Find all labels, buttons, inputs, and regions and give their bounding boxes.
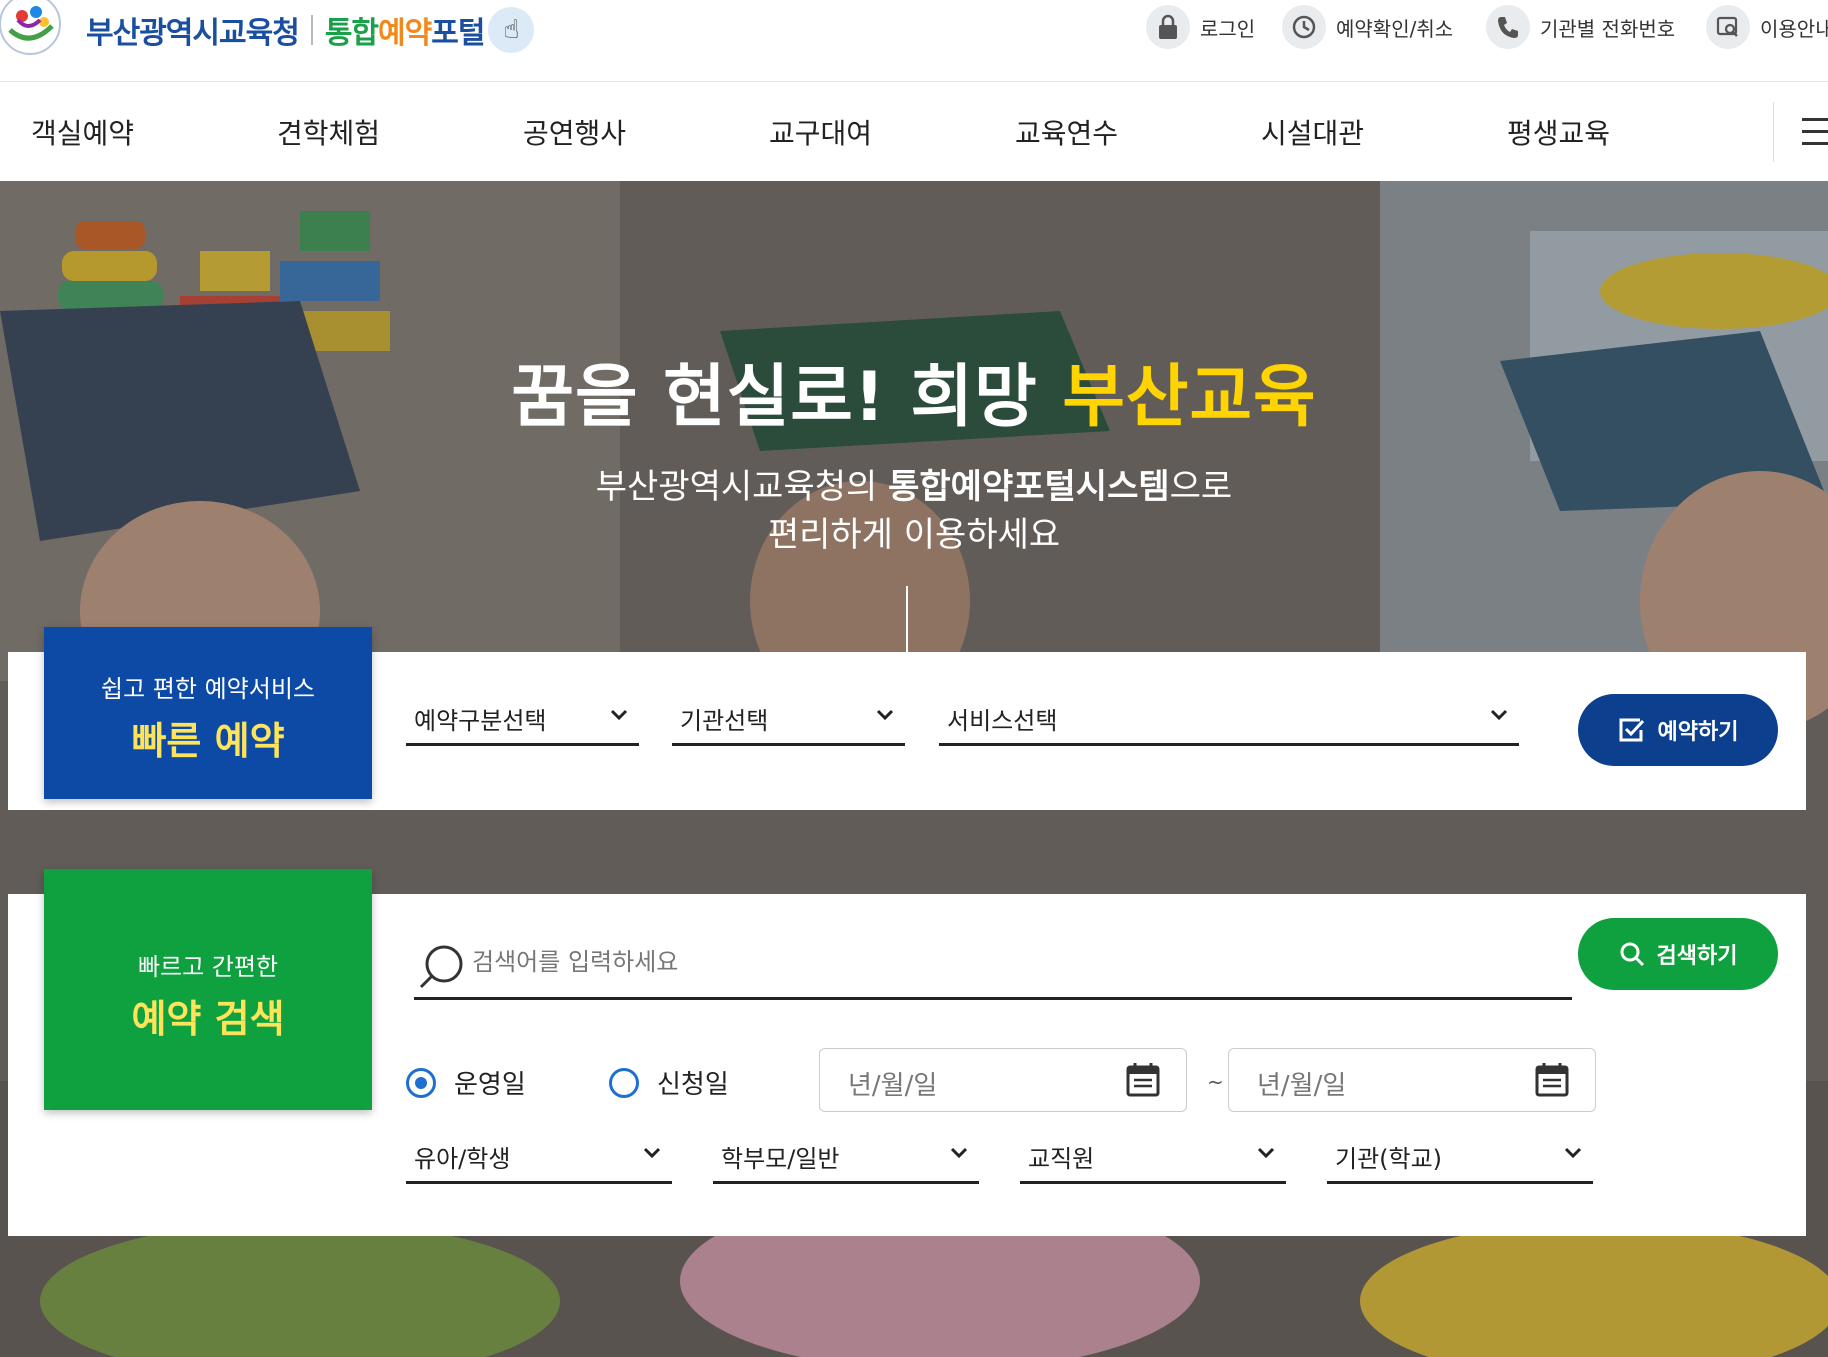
quick-reservation-badge: 쉽고 편한 예약서비스 빠른 예약 (44, 627, 372, 799)
radio-operation-date-label: 운영일 (454, 1070, 526, 1100)
check-box-icon (1619, 718, 1644, 742)
chevron-down-icon (1257, 1147, 1275, 1159)
calendar-icon[interactable] (1126, 1061, 1160, 1097)
clock-check-icon (1282, 5, 1326, 49)
chevron-down-icon (876, 709, 894, 721)
service-select[interactable]: 서비스선택 (939, 694, 1519, 746)
reservation-check-link[interactable]: 예약확인/취소 (1282, 4, 1453, 50)
hero-title: 꿈을 현실로! 희망 부산교육 (511, 358, 1317, 437)
reservation-check-label: 예약확인/취소 (1336, 16, 1454, 41)
search-button-label: 검색하기 (1656, 944, 1738, 969)
quick-reservation-badge-subtitle: 쉽고 편한 예약서비스 (101, 675, 315, 703)
usage-guide-link[interactable]: 이용안내 (1706, 4, 1828, 50)
search-button[interactable]: 검색하기 (1578, 918, 1778, 990)
hero-divider-line (906, 586, 908, 656)
date-to-input[interactable]: 년/월/일 (1228, 1048, 1596, 1112)
logo-divider (310, 15, 313, 45)
target-institution-select[interactable]: 기관(학교) (1327, 1132, 1593, 1184)
pointer-hand-icon: ☝ (488, 7, 535, 53)
nav-item-facility-rental[interactable]: 시설대관 (1261, 112, 1364, 152)
lock-icon (1146, 5, 1190, 49)
login-label: 로그인 (1200, 16, 1256, 41)
target-staff-select[interactable]: 교직원 (1020, 1132, 1286, 1184)
chevron-down-icon (1564, 1147, 1582, 1159)
hero-title-highlight: 부산교육 (1062, 358, 1317, 437)
nav-item-performance-event[interactable]: 공연행사 (523, 112, 626, 152)
all-menu-hamburger-icon[interactable] (1773, 102, 1828, 162)
top-header: 부산광역시교육청 통합예약포털 ☝ 로그인 예약확인/취소 기관별 전화번호 이… (0, 0, 1828, 82)
login-link[interactable]: 로그인 (1146, 4, 1255, 50)
date-to-placeholder: 년/월/일 (1257, 1071, 1347, 1101)
chevron-down-icon (1490, 709, 1508, 721)
reserve-button[interactable]: 예약하기 (1578, 694, 1778, 766)
main-navigation: 객실예약 견학체험 공연행사 교구대여 교육연수 시설대관 평생교육 (0, 82, 1828, 181)
radio-operation-date[interactable]: 운영일 (406, 1064, 526, 1101)
portal-name: 통합예약포털 (324, 16, 486, 51)
target-student-select[interactable]: 유아/학생 (406, 1132, 672, 1184)
target-institution-select-label: 기관(학교) (1335, 1145, 1443, 1173)
nav-item-room-reservation[interactable]: 객실예약 (31, 112, 134, 152)
institution-select-label: 기관선택 (680, 707, 769, 735)
search-input[interactable] (472, 948, 1472, 976)
calendar-icon[interactable] (1535, 1061, 1569, 1097)
nav-item-field-trip[interactable]: 견학체험 (277, 112, 380, 152)
chevron-down-icon (610, 709, 628, 721)
date-range-separator: ~ (1207, 1070, 1224, 1094)
date-from-input[interactable]: 년/월/일 (819, 1048, 1187, 1112)
reserve-button-label: 예약하기 (1657, 720, 1739, 745)
hero-banner: 꿈을 현실로! 희망 부산교육 부산광역시교육청의 통합예약포털시스템으로 편리… (0, 181, 1828, 1357)
service-select-label: 서비스선택 (947, 707, 1058, 735)
radio-unchecked-icon (609, 1067, 639, 1098)
radio-application-date-label: 신청일 (657, 1070, 729, 1100)
quick-reservation-panel: 쉽고 편한 예약서비스 빠른 예약 예약구분선택 기관선택 서비스선택 예약하기 (8, 627, 1806, 810)
nav-item-lifelong-education[interactable]: 평생교육 (1507, 112, 1610, 152)
nav-item-equipment-rental[interactable]: 교구대여 (769, 112, 872, 152)
phone-icon (1486, 5, 1530, 49)
reservation-type-select[interactable]: 예약구분선택 (406, 694, 639, 746)
radio-application-date[interactable]: 신청일 (609, 1064, 729, 1101)
reservation-search-panel: 빠르고 간편한 예약 검색 검색하기 운영일 신청일 년/월/일 ~ 년/월/일 (8, 869, 1806, 1236)
reservation-search-badge: 빠르고 간편한 예약 검색 (44, 869, 372, 1110)
search-icon (1620, 942, 1644, 967)
nav-item-education-training[interactable]: 교육연수 (1015, 112, 1118, 152)
target-student-select-label: 유아/학생 (414, 1145, 511, 1173)
phone-directory-link[interactable]: 기관별 전화번호 (1486, 4, 1675, 50)
target-staff-select-label: 교직원 (1028, 1145, 1095, 1173)
date-from-placeholder: 년/월/일 (848, 1071, 938, 1101)
chevron-down-icon (950, 1147, 968, 1159)
radio-checked-icon (406, 1067, 436, 1098)
institution-select[interactable]: 기관선택 (672, 694, 905, 746)
site-logo[interactable]: 부산광역시교육청 통합예약포털 ☝ (0, 0, 535, 60)
reservation-search-badge-subtitle: 빠르고 간편한 (137, 953, 279, 981)
search-icon (419, 945, 463, 989)
busan-education-emblem-icon (0, 0, 76, 60)
reservation-type-select-label: 예약구분선택 (414, 707, 547, 735)
guide-search-icon (1706, 5, 1750, 49)
reservation-search-badge-title: 예약 검색 (131, 997, 285, 1041)
phone-directory-label: 기관별 전화번호 (1540, 16, 1676, 41)
hero-subtitle: 부산광역시교육청의 통합예약포털시스템으로 편리하게 이용하세요 (595, 467, 1233, 555)
search-field[interactable] (414, 934, 1572, 1000)
target-parent-select[interactable]: 학부모/일반 (713, 1132, 979, 1184)
usage-guide-label: 이용안내 (1760, 16, 1828, 41)
quick-reservation-badge-title: 빠른 예약 (131, 719, 285, 763)
org-name: 부산광역시교육청 (86, 16, 300, 51)
target-parent-select-label: 학부모/일반 (721, 1145, 840, 1173)
chevron-down-icon (643, 1147, 661, 1159)
